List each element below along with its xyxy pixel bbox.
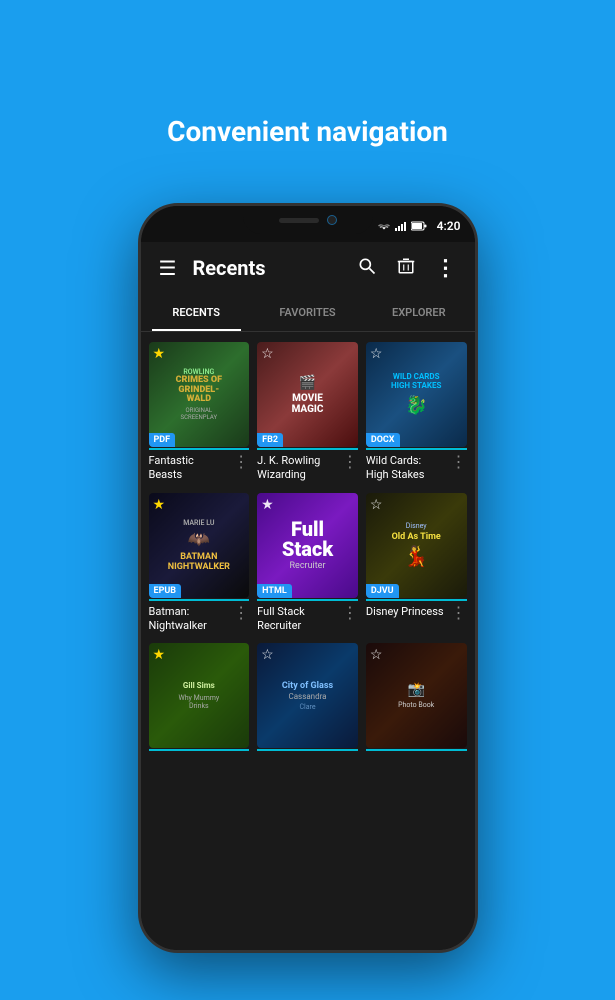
search-button[interactable] [353,252,381,285]
format-badge-pdf: PDF [149,433,176,447]
progress-bar [149,448,250,450]
book-more-button[interactable]: ⋮ [231,452,249,471]
book-title: Wild Cards:High Stakes [366,454,449,483]
book-row-1: ROWLING CRIMES OFGRINDEL-WALD ORIGINALSC… [149,342,467,483]
book-more-button[interactable]: ⋮ [449,452,467,471]
book-cover-batman: MARIE LU 🦇 BATMANNIGHTWALKER ★ EPUB [149,493,250,598]
star-icon: ☆ [261,647,274,663]
book-cover-gill: Gill Sims Why MummyDrinks ★ [149,643,250,748]
book-more-button[interactable]: ⋮ [449,603,467,622]
book-disney-princess[interactable]: Disney Old As Time 💃 ☆ DJVU Disney Princ… [366,493,467,634]
book-more-button[interactable]: ⋮ [340,603,358,622]
star-icon: ☆ [261,346,274,362]
phone-frame: 4:20 ☰ Recents ⋮ RECENTS FAVORITES EXPLO… [138,203,478,953]
format-badge-docx: DOCX [366,433,400,447]
book-cover-third: 📸 Photo Book ☆ [366,643,467,748]
book-footer: Batman:Nightwalker ⋮ [149,605,250,634]
book-footer: Wild Cards:High Stakes ⋮ [366,454,467,483]
star-icon: ☆ [370,647,383,663]
book-title: J. K. RowlingWizarding [257,454,340,483]
book-third[interactable]: 📸 Photo Book ☆ [366,643,467,751]
star-icon: ☆ [370,497,383,513]
star-icon: ★ [261,497,274,513]
book-more-button[interactable]: ⋮ [340,452,358,471]
book-cover-jk: 🎬 MOVIEMAGIC ☆ FB2 [257,342,358,447]
format-badge-djvu: DJVU [366,584,399,598]
tabs-bar: RECENTS FAVORITES EXPLORER [141,294,475,332]
book-city-of-glass[interactable]: City of Glass Cassandra Clare ☆ [257,643,358,751]
progress-bar [257,599,358,601]
header-section: Convenient navigation [0,0,615,203]
page-headline: Convenient navigation [0,115,615,148]
status-icons: 4:20 [377,219,461,233]
book-gill-sims[interactable]: Gill Sims Why MummyDrinks ★ [149,643,250,751]
wifi-icon [377,221,391,231]
tab-explorer[interactable]: EXPLORER [363,294,474,331]
book-footer: J. K. RowlingWizarding ⋮ [257,454,358,483]
book-cover-fantastic: ROWLING CRIMES OFGRINDEL-WALD ORIGINALSC… [149,342,250,447]
book-title: FantasticBeasts [149,454,232,483]
tab-favorites[interactable]: FAVORITES [252,294,363,331]
star-icon: ★ [153,497,166,513]
phone-notch [243,206,373,234]
progress-bar [257,749,358,751]
book-fantastic-beasts[interactable]: ROWLING CRIMES OFGRINDEL-WALD ORIGINALSC… [149,342,250,483]
book-cover-disney: Disney Old As Time 💃 ☆ DJVU [366,493,467,598]
app-bar: ☰ Recents ⋮ [141,242,475,294]
delete-button[interactable] [393,252,419,285]
book-footer: Disney Princess ⋮ [366,605,467,622]
more-options-button[interactable]: ⋮ [431,252,461,285]
book-wild-cards[interactable]: WILD CARDSHIGH STAKES 🐉 ☆ DOCX Wild Card… [366,342,467,483]
book-cover-wildcards: WILD CARDSHIGH STAKES 🐉 ☆ DOCX [366,342,467,447]
progress-bar [366,599,467,601]
book-row-3: Gill Sims Why MummyDrinks ★ City of Glas… [149,643,467,751]
book-footer: Full StackRecruiter ⋮ [257,605,358,634]
progress-bar [149,599,250,601]
book-title: Batman:Nightwalker [149,605,232,634]
star-icon: ☆ [370,346,383,362]
progress-bar [149,749,250,751]
book-more-button[interactable]: ⋮ [231,603,249,622]
progress-bar [257,448,358,450]
format-badge-fb2: FB2 [257,433,283,447]
tab-recents[interactable]: RECENTS [141,294,252,331]
book-cover-cityofglass: City of Glass Cassandra Clare ☆ [257,643,358,748]
signal-icon [395,221,407,231]
book-grid: ROWLING CRIMES OFGRINDEL-WALD ORIGINALSC… [141,332,475,950]
status-time: 4:20 [437,219,461,233]
star-icon: ★ [153,346,166,362]
progress-bar [366,448,467,450]
speaker [279,218,319,223]
book-row-2: MARIE LU 🦇 BATMANNIGHTWALKER ★ EPUB Batm… [149,493,467,634]
format-badge-html: HTML [257,584,292,598]
book-title: Full StackRecruiter [257,605,340,634]
star-icon: ★ [153,647,166,663]
book-full-stack[interactable]: FullStack Recruiter ★ HTML Full StackRec… [257,493,358,634]
format-badge-epub: EPUB [149,584,182,598]
book-footer: FantasticBeasts ⋮ [149,454,250,483]
battery-icon [411,221,427,231]
app-bar-title: Recents [192,256,340,280]
progress-bar [366,749,467,751]
book-cover-fullstack: FullStack Recruiter ★ HTML [257,493,358,598]
book-batman[interactable]: MARIE LU 🦇 BATMANNIGHTWALKER ★ EPUB Batm… [149,493,250,634]
book-title: Disney Princess [366,605,449,619]
camera [327,215,337,225]
book-jk-rowling[interactable]: 🎬 MOVIEMAGIC ☆ FB2 J. K. RowlingWizardin… [257,342,358,483]
menu-button[interactable]: ☰ [155,252,181,284]
